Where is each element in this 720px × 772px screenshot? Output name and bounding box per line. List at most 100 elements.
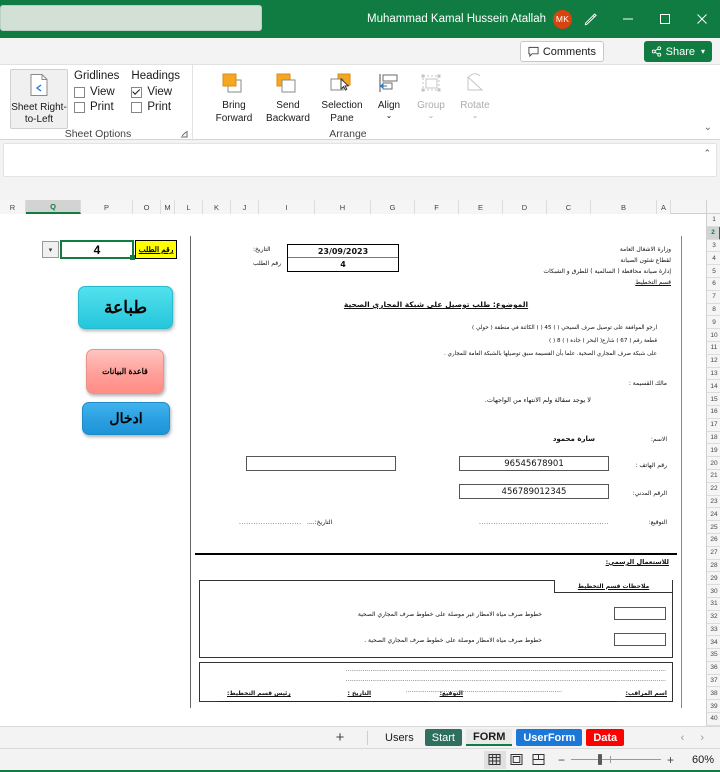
row-header-26[interactable]: 26 xyxy=(707,533,720,547)
tab-next-button[interactable]: › xyxy=(700,732,704,744)
column-header-R[interactable]: R xyxy=(0,200,26,214)
column-header-C[interactable]: C xyxy=(547,200,591,214)
row-header-14[interactable]: 14 xyxy=(707,380,720,394)
send-backward-button[interactable]: Send Backward xyxy=(261,69,315,131)
row-header-29[interactable]: 29 xyxy=(707,572,720,586)
row-header-1[interactable]: 1 xyxy=(707,214,720,227)
column-header-Q[interactable]: Q xyxy=(26,200,81,214)
row-header-19[interactable]: 19 xyxy=(707,444,720,458)
column-header-O[interactable]: O xyxy=(133,200,161,214)
sheet-tab-data[interactable]: Data xyxy=(586,729,625,746)
database-button[interactable]: قاعدة البيانات xyxy=(86,349,164,394)
row-header-17[interactable]: 17 xyxy=(707,418,720,432)
row-header-30[interactable]: 30 xyxy=(707,585,720,598)
sheet-right-to-left-button[interactable]: Sheet Right- to-Left xyxy=(10,69,68,129)
column-header-H[interactable]: H xyxy=(315,200,371,214)
row-header-5[interactable]: 5 xyxy=(707,265,720,278)
selection-pane-button[interactable]: Selection Pane xyxy=(315,69,369,131)
zoom-level-label[interactable]: 60% xyxy=(684,754,714,766)
gridlines-view-checkbox[interactable]: View xyxy=(74,86,119,98)
headings-view-checkbox[interactable]: View xyxy=(131,86,180,98)
page-break-view-icon[interactable] xyxy=(528,751,550,769)
cell-dropdown-button[interactable]: ▾ xyxy=(42,241,59,258)
row-header-40[interactable]: 40 xyxy=(707,713,720,726)
row-header-38[interactable]: 38 xyxy=(707,687,720,701)
row-header-35[interactable]: 35 xyxy=(707,649,720,662)
row-header-34[interactable]: 34 xyxy=(707,636,720,650)
row-header-3[interactable]: 3 xyxy=(707,239,720,253)
entry-button[interactable]: ادخال xyxy=(82,402,170,435)
column-header-M[interactable]: M xyxy=(161,200,175,214)
minimize-button[interactable] xyxy=(609,0,646,38)
close-button[interactable] xyxy=(683,0,720,38)
row-header-36[interactable]: 36 xyxy=(707,661,720,675)
row-header-21[interactable]: 21 xyxy=(707,469,720,483)
column-header-F[interactable]: F xyxy=(415,200,459,214)
sheet-tab-users[interactable]: Users xyxy=(378,729,421,746)
normal-view-icon[interactable] xyxy=(483,750,506,769)
row-header-6[interactable]: 6 xyxy=(707,277,720,291)
column-header-E[interactable]: E xyxy=(459,200,503,214)
row-header-22[interactable]: 22 xyxy=(707,482,720,496)
headings-print-checkbox[interactable]: Print xyxy=(131,101,180,113)
page-layout-view-icon[interactable] xyxy=(506,751,528,769)
sheet-tab-userform[interactable]: UserForm xyxy=(516,729,583,746)
row-header-28[interactable]: 28 xyxy=(707,559,720,573)
row-header-18[interactable]: 18 xyxy=(707,431,720,445)
zoom-slider[interactable] xyxy=(570,754,661,765)
column-header-D[interactable]: D xyxy=(503,200,547,214)
gridlines-print-checkbox[interactable]: Print xyxy=(74,101,119,113)
row-header-27[interactable]: 27 xyxy=(707,546,720,560)
formula-bar[interactable]: ⌃ xyxy=(3,143,717,177)
note-checkbox-1[interactable] xyxy=(614,607,666,620)
row-header-25[interactable]: 25 xyxy=(707,521,720,534)
column-header-P[interactable]: P xyxy=(81,200,133,214)
row-header-20[interactable]: 20 xyxy=(707,457,720,470)
zoom-in-button[interactable]: + xyxy=(667,753,674,767)
row-header-9[interactable]: 9 xyxy=(707,316,720,330)
pen-icon[interactable] xyxy=(572,0,609,38)
add-sheet-button[interactable]: + xyxy=(320,729,360,746)
comments-button[interactable]: Comments xyxy=(519,41,604,62)
column-header-K[interactable]: K xyxy=(203,200,231,214)
row-header-15[interactable]: 15 xyxy=(707,393,720,406)
row-header-2[interactable]: 2 xyxy=(707,226,720,240)
phone-input[interactable]: 96545678901 xyxy=(459,456,609,471)
formula-bar-expand-button[interactable]: ⌃ xyxy=(703,148,711,159)
ribbon-collapse-button[interactable]: ⌄ xyxy=(704,122,712,133)
row-header-16[interactable]: 16 xyxy=(707,405,720,419)
row-header-32[interactable]: 32 xyxy=(707,610,720,624)
search-input[interactable] xyxy=(0,5,262,31)
sheet-tab-start[interactable]: Start xyxy=(424,729,462,746)
row-header-12[interactable]: 12 xyxy=(707,354,720,368)
phone-secondary-input[interactable] xyxy=(246,456,396,471)
row-header-39[interactable]: 39 xyxy=(707,700,720,714)
row-header-7[interactable]: 7 xyxy=(707,290,720,304)
column-header-A[interactable]: A xyxy=(657,200,671,214)
dialog-launcher-icon[interactable] xyxy=(180,130,188,140)
row-header-13[interactable]: 13 xyxy=(707,367,720,381)
maximize-button[interactable] xyxy=(646,0,683,38)
sheet-tab-form[interactable]: FORM xyxy=(465,729,513,746)
note-checkbox-2[interactable] xyxy=(614,633,666,646)
avatar[interactable]: MK xyxy=(553,9,572,29)
zoom-control[interactable]: − + xyxy=(558,753,674,767)
order-number-cell[interactable]: 4 xyxy=(60,240,135,260)
row-header-8[interactable]: 8 xyxy=(707,303,720,317)
zoom-slider-handle[interactable] xyxy=(597,754,602,765)
row-header-33[interactable]: 33 xyxy=(707,623,720,637)
row-header-37[interactable]: 37 xyxy=(707,674,720,688)
column-header-L[interactable]: L xyxy=(175,200,203,214)
column-header-B[interactable]: B xyxy=(591,200,657,214)
share-button[interactable]: Share ▾ xyxy=(643,41,712,62)
tab-prev-button[interactable]: ‹ xyxy=(681,732,685,744)
row-header-23[interactable]: 23 xyxy=(707,495,720,509)
row-header-11[interactable]: 11 xyxy=(707,341,720,355)
column-header-J[interactable]: J xyxy=(231,200,259,214)
align-button[interactable]: Align ⌄ xyxy=(369,69,409,131)
row-header-24[interactable]: 24 xyxy=(707,508,720,522)
row-header-31[interactable]: 31 xyxy=(707,597,720,611)
row-header-4[interactable]: 4 xyxy=(707,252,720,266)
print-button[interactable]: طباعة xyxy=(78,286,173,329)
select-all-corner[interactable] xyxy=(706,200,720,214)
